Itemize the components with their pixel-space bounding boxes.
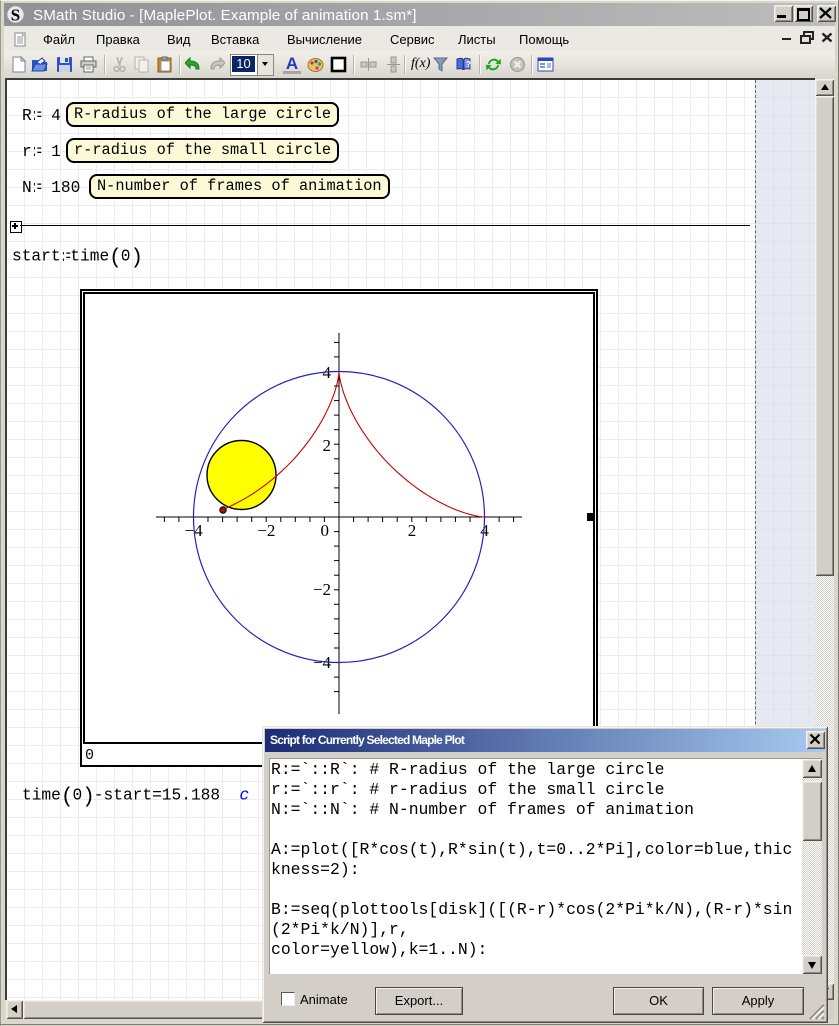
svg-text:S: S (11, 6, 20, 25)
svg-text:0: 0 (321, 521, 330, 540)
svg-text:2: 2 (408, 521, 417, 540)
svg-text:?: ? (466, 60, 471, 69)
svg-text:−2: −2 (313, 580, 331, 599)
svg-text:2: 2 (323, 436, 332, 455)
svg-text:−2: −2 (257, 521, 275, 540)
